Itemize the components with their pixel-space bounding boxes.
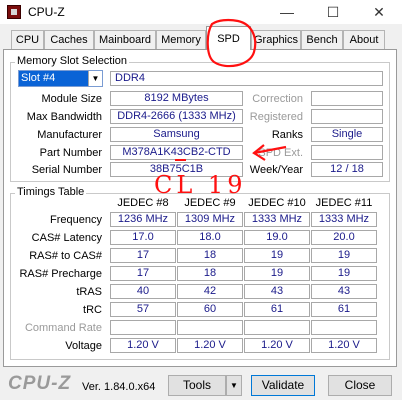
module-size-value: 8192 MBytes (110, 91, 243, 106)
tras-jedec-11: 43 (311, 284, 377, 299)
tools-dropdown-button[interactable]: ▼ (226, 375, 242, 396)
tras-jedec-8: 40 (110, 284, 176, 299)
close-button[interactable]: Close (328, 375, 392, 396)
ras-to-cas-label: RAS# to CAS# (29, 250, 102, 262)
cpuz-brand-logo: CPU-Z (8, 373, 72, 394)
max-bandwidth-value: DDR4-2666 (1333 MHz) (110, 109, 243, 124)
part-number-value: M378A1K43CB2-CTD (110, 145, 243, 160)
command-rate-jedec-8 (110, 320, 176, 335)
frequency-jedec-11: 1333 MHz (311, 212, 377, 227)
correction-label: Correction (252, 93, 303, 105)
tab-spd[interactable]: SPD (206, 26, 251, 50)
serial-number-label: Serial Number (31, 164, 102, 176)
close-window-button[interactable]: ✕ (356, 0, 402, 24)
serial-number-value: 38B75C1B (110, 162, 243, 177)
trc-label: tRC (83, 304, 102, 316)
validate-button[interactable]: Validate (251, 375, 315, 396)
frequency-jedec-10: 1333 MHz (244, 212, 310, 227)
ras-precharge-jedec-10: 19 (244, 266, 310, 281)
command-rate-jedec-11 (311, 320, 377, 335)
max-bandwidth-label: Max Bandwidth (26, 111, 102, 123)
command-rate-label: Command Rate (24, 322, 102, 334)
ranks-label: Ranks (271, 129, 303, 141)
ras-precharge-jedec-8: 17 (110, 266, 176, 281)
chevron-down-icon[interactable]: ▼ (88, 71, 102, 86)
column-head-jedec-11: JEDEC #11 (315, 197, 373, 209)
cpuz-app-icon (7, 5, 21, 19)
registered-value (311, 109, 383, 124)
frequency-jedec-9: 1309 MHz (177, 212, 243, 227)
tab-caches[interactable]: Caches (44, 30, 94, 49)
tab-graphics[interactable]: Graphics (251, 30, 301, 49)
voltage-jedec-11: 1.20 V (311, 338, 377, 353)
timings-group-title: Timings Table (15, 186, 87, 198)
column-head-jedec-9: JEDEC #9 (184, 197, 236, 209)
tools-button[interactable]: Tools (168, 375, 226, 396)
tras-label: tRAS (76, 286, 102, 298)
ras-to-cas-jedec-8: 17 (110, 248, 176, 263)
column-head-jedec-10: JEDEC #10 (248, 197, 306, 209)
voltage-jedec-8: 1.20 V (110, 338, 176, 353)
version-text: Ver. 1.84.0.x64 (82, 381, 156, 393)
frequency-jedec-8: 1236 MHz (110, 212, 176, 227)
tab-memory[interactable]: Memory (156, 30, 206, 49)
week-year-value: 12 / 18 (311, 162, 383, 177)
tras-jedec-9: 42 (177, 284, 243, 299)
column-head-jedec-8: JEDEC #8 (117, 197, 169, 209)
trc-jedec-10: 61 (244, 302, 310, 317)
tab-bench[interactable]: Bench (301, 30, 343, 49)
slot-select[interactable]: Slot #4 ▼ (18, 70, 103, 87)
spd-ext-value (311, 145, 383, 160)
ranks-value: Single (311, 127, 383, 142)
part-number-label: Part Number (39, 147, 102, 159)
cas-latency-label: CAS# Latency (31, 232, 102, 244)
trc-jedec-9: 60 (177, 302, 243, 317)
correction-value (311, 91, 383, 106)
manufacturer-value: Samsung (110, 127, 243, 142)
ras-to-cas-jedec-10: 19 (244, 248, 310, 263)
memory-type-value: DDR4 (110, 71, 383, 86)
frequency-label: Frequency (50, 214, 102, 226)
tab-mainboard[interactable]: Mainboard (94, 30, 156, 49)
cas-latency-jedec-8: 17.0 (110, 230, 176, 245)
tras-jedec-10: 43 (244, 284, 310, 299)
ras-to-cas-jedec-9: 18 (177, 248, 243, 263)
module-size-label: Module Size (41, 93, 102, 105)
voltage-jedec-9: 1.20 V (177, 338, 243, 353)
registered-label: Registered (249, 111, 303, 123)
manufacturer-label: Manufacturer (37, 129, 102, 141)
memory-slot-group-title: Memory Slot Selection (15, 55, 130, 67)
week-year-label: Week/Year (249, 164, 303, 176)
spd-ext-label: SPD Ext. (258, 147, 303, 159)
slot-select-value: Slot #4 (21, 72, 56, 84)
tab-about[interactable]: About (343, 30, 385, 49)
voltage-jedec-10: 1.20 V (244, 338, 310, 353)
trc-jedec-11: 61 (311, 302, 377, 317)
command-rate-jedec-9 (177, 320, 243, 335)
command-rate-jedec-10 (244, 320, 310, 335)
cas-latency-jedec-10: 19.0 (244, 230, 310, 245)
cas-latency-jedec-11: 20.0 (311, 230, 377, 245)
voltage-label: Voltage (65, 340, 102, 352)
ras-precharge-jedec-9: 18 (177, 266, 243, 281)
trc-jedec-8: 57 (110, 302, 176, 317)
cas-latency-jedec-9: 18.0 (177, 230, 243, 245)
tab-cpu[interactable]: CPU (11, 30, 44, 49)
chevron-down-icon: ▼ (230, 381, 238, 390)
maximize-button[interactable]: ☐ (310, 0, 356, 24)
window-title: CPU-Z (28, 5, 65, 19)
ras-precharge-label: RAS# Precharge (19, 268, 102, 280)
minimize-button[interactable]: — (264, 0, 310, 24)
ras-to-cas-jedec-11: 19 (311, 248, 377, 263)
ras-precharge-jedec-11: 19 (311, 266, 377, 281)
